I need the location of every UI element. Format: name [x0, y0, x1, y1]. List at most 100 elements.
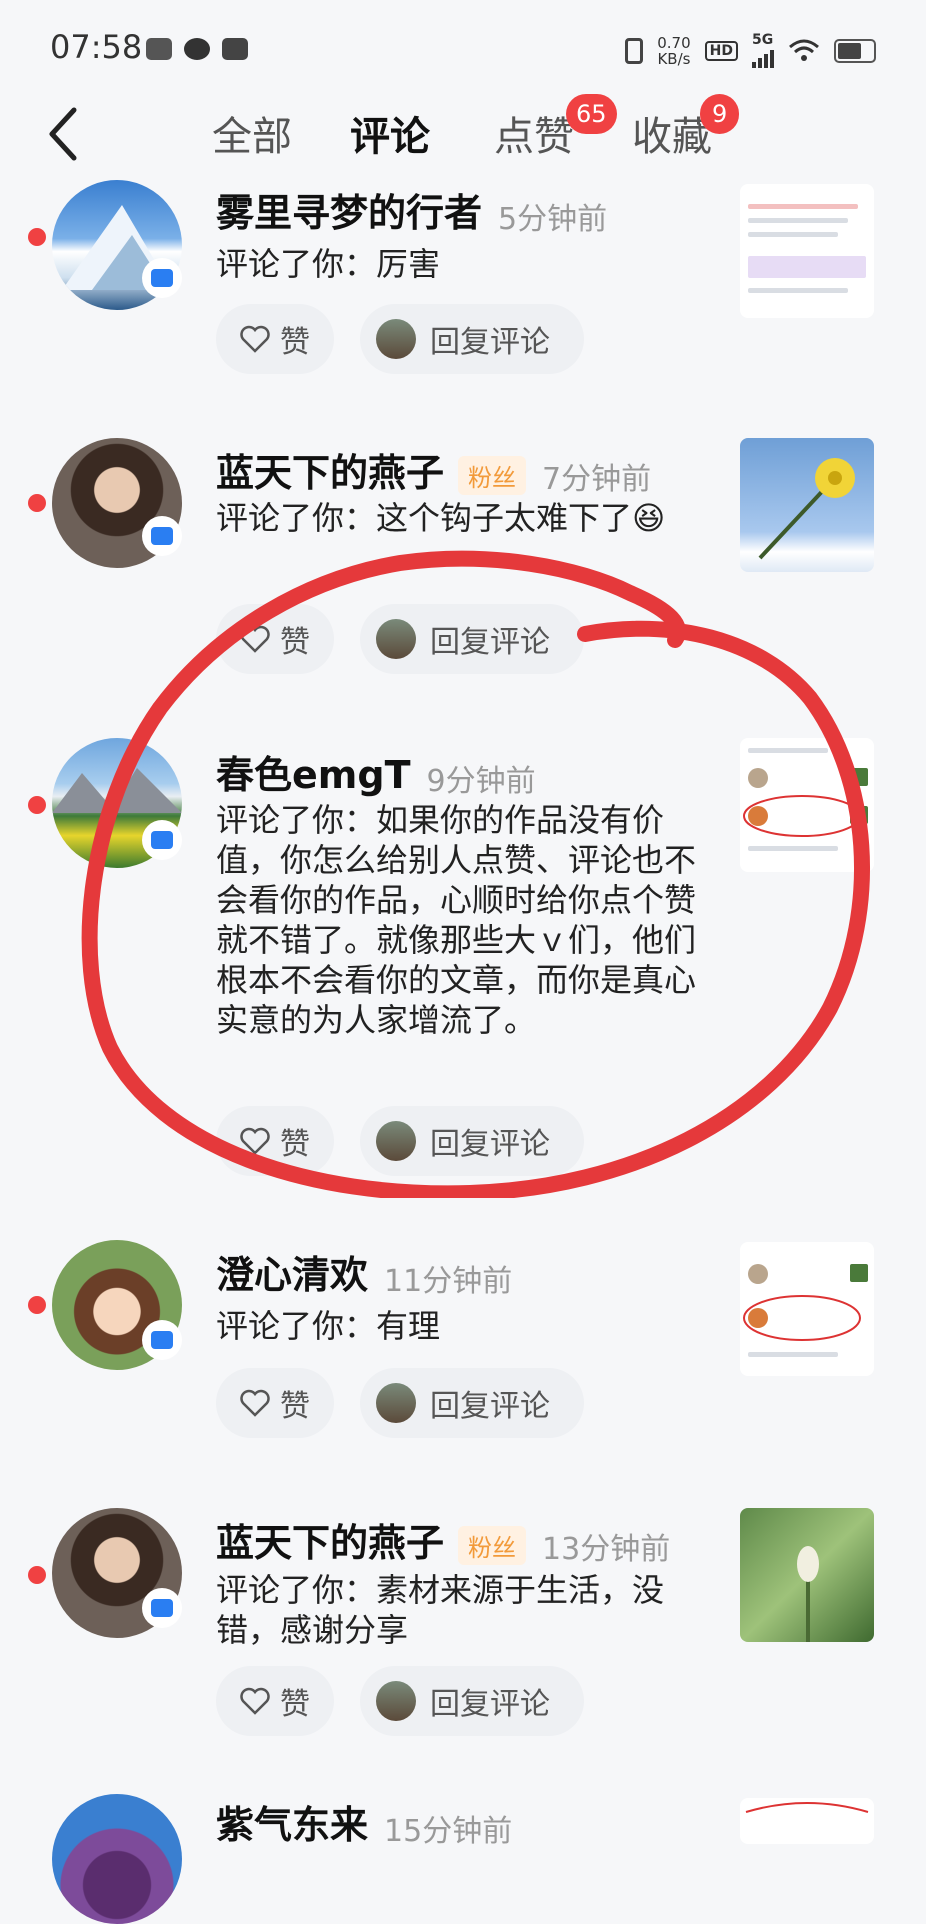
- net-speed: 0.70 KB/s: [657, 34, 691, 68]
- post-thumbnail[interactable]: [740, 1508, 874, 1642]
- username[interactable]: 澄心清欢: [216, 1253, 368, 1297]
- comment-item[interactable]: 澄心清欢 11分钟前 评论了你：有理 赞 回复评论: [0, 1240, 926, 1460]
- unread-dot: [28, 494, 46, 512]
- tab-comments[interactable]: 评论: [350, 104, 430, 162]
- like-button[interactable]: 赞: [216, 1666, 334, 1736]
- reply-label: 回复评论: [430, 625, 550, 660]
- post-thumbnail[interactable]: [740, 738, 874, 872]
- like-button[interactable]: 赞: [216, 1106, 334, 1176]
- red-circle-annotation-icon: [743, 1295, 861, 1341]
- post-thumbnail[interactable]: [740, 1242, 874, 1376]
- network-type: 5G: [752, 32, 774, 48]
- clock: 07:58: [50, 28, 143, 66]
- username[interactable]: 蓝天下的燕子: [216, 1521, 444, 1565]
- like-label: 赞: [280, 325, 310, 360]
- comment-item[interactable]: 蓝天下的燕子 粉丝 7分钟前 评论了你：这个钩子太难下了😆 赞 回复评论: [0, 436, 926, 676]
- fan-badge: 粉丝: [458, 456, 527, 495]
- comment-time: 15分钟前: [384, 1813, 513, 1849]
- my-avatar: [376, 619, 416, 659]
- comment-time: 13分钟前: [542, 1531, 671, 1567]
- message-icon: [142, 1588, 182, 1628]
- status-bar: 07:58 0.70 KB/s HD 5G: [0, 0, 926, 90]
- post-thumbnail[interactable]: [740, 184, 874, 318]
- back-arrow-icon[interactable]: [44, 104, 84, 164]
- red-circle-annotation-icon: [743, 795, 861, 837]
- comment-text: 评论了你：厉害: [216, 245, 441, 283]
- my-avatar: [376, 1121, 416, 1161]
- reply-label: 回复评论: [430, 1127, 550, 1162]
- post-thumbnail[interactable]: [740, 438, 874, 572]
- comment-item[interactable]: 雾里寻梦的行者 5分钟前 评论了你：厉害 赞 回复评论: [0, 180, 926, 400]
- tab-all[interactable]: 全部: [212, 104, 292, 162]
- comment-text: 评论了你：有理: [216, 1307, 441, 1345]
- like-button[interactable]: 赞: [216, 304, 334, 374]
- username-row: 蓝天下的燕子 粉丝 7分钟前: [216, 442, 651, 498]
- message-icon: [142, 516, 182, 556]
- unread-dot: [28, 228, 46, 246]
- yellow-flower-icon: [758, 458, 855, 560]
- reply-button[interactable]: 回复评论: [360, 604, 584, 674]
- wifi-icon: [789, 39, 819, 61]
- reply-label: 回复评论: [430, 1389, 550, 1424]
- unread-dot: [28, 1296, 46, 1314]
- heart-icon: [240, 1389, 270, 1417]
- message-icon: [142, 1320, 182, 1360]
- username[interactable]: 雾里寻梦的行者: [216, 191, 482, 235]
- message-icon: [142, 820, 182, 860]
- red-circle-annotation-icon: [745, 1802, 869, 1813]
- comment-text: 评论了你：如果你的作品没有价值，你怎么给别人点赞、评论也不会看你的作品，心顺时给…: [216, 801, 697, 1039]
- unread-dot: [28, 1566, 46, 1584]
- comment-text: 评论了你：这个钩子太难下了😆: [216, 499, 666, 537]
- avatar[interactable]: [52, 1794, 182, 1924]
- comment-time: 7分钟前: [542, 461, 652, 497]
- like-button[interactable]: 赞: [216, 1368, 334, 1438]
- heart-icon: [240, 325, 270, 353]
- my-avatar: [376, 1681, 416, 1721]
- username-row: 春色emgT 9分钟前: [216, 744, 536, 800]
- reply-label: 回复评论: [430, 1687, 550, 1722]
- comment-time: 11分钟前: [384, 1263, 513, 1299]
- heart-icon: [240, 1687, 270, 1715]
- heart-icon: [240, 1127, 270, 1155]
- comment-time: 9分钟前: [426, 763, 536, 799]
- likes-count-badge: 65: [566, 94, 617, 134]
- status-right: 0.70 KB/s HD 5G: [625, 32, 876, 68]
- reply-button[interactable]: 回复评论: [360, 1666, 584, 1736]
- username[interactable]: 蓝天下的燕子: [216, 451, 444, 495]
- username-row: 雾里寻梦的行者 5分钟前: [216, 182, 607, 238]
- like-label: 赞: [280, 625, 310, 660]
- lotus-bud-icon: [797, 1546, 819, 1642]
- like-label: 赞: [280, 1127, 310, 1162]
- toutiao-app-icon: [146, 38, 172, 60]
- reply-button[interactable]: 回复评论: [360, 304, 584, 374]
- message-icon: [142, 258, 182, 298]
- reply-button[interactable]: 回复评论: [360, 1106, 584, 1176]
- post-thumbnail[interactable]: [740, 1798, 874, 1844]
- reply-label: 回复评论: [430, 325, 550, 360]
- username[interactable]: 紫气东来: [216, 1803, 368, 1847]
- comment-text: 评论了你：素材来源于生活，没错，感谢分享: [216, 1571, 665, 1649]
- battery-icon: [834, 39, 876, 63]
- reply-button[interactable]: 回复评论: [360, 1368, 584, 1438]
- tab-likes[interactable]: 点赞: [494, 104, 574, 162]
- grapes-icon: [52, 1794, 182, 1924]
- username-row: 蓝天下的燕子 粉丝 13分钟前: [216, 1512, 670, 1568]
- signal-icon: [752, 46, 774, 68]
- comment-item[interactable]: 春色emgT 9分钟前 评论了你：如果你的作品没有价值，你怎么给别人点赞、评论也不…: [0, 736, 926, 1176]
- like-label: 赞: [280, 1389, 310, 1424]
- top-nav: 全部 评论 点赞 65 收藏 9: [0, 90, 926, 180]
- hd-icon: HD: [704, 41, 738, 61]
- fan-badge: 粉丝: [458, 1526, 527, 1565]
- my-avatar: [376, 1383, 416, 1423]
- favorites-count-badge: 9: [700, 94, 740, 134]
- username-row: 澄心清欢 11分钟前: [216, 1244, 512, 1300]
- app-notification-icon: [184, 38, 210, 60]
- comment-item[interactable]: 紫气东来 15分钟前: [0, 1794, 926, 1924]
- like-button[interactable]: 赞: [216, 604, 334, 674]
- like-label: 赞: [280, 1687, 310, 1722]
- app-notification-icon: [222, 38, 248, 60]
- username[interactable]: 春色emgT: [216, 753, 411, 797]
- comment-item[interactable]: 蓝天下的燕子 粉丝 13分钟前 评论了你：素材来源于生活，没错，感谢分享 赞 回复评…: [0, 1508, 926, 1738]
- my-avatar: [376, 319, 416, 359]
- vibrate-icon: [625, 38, 644, 64]
